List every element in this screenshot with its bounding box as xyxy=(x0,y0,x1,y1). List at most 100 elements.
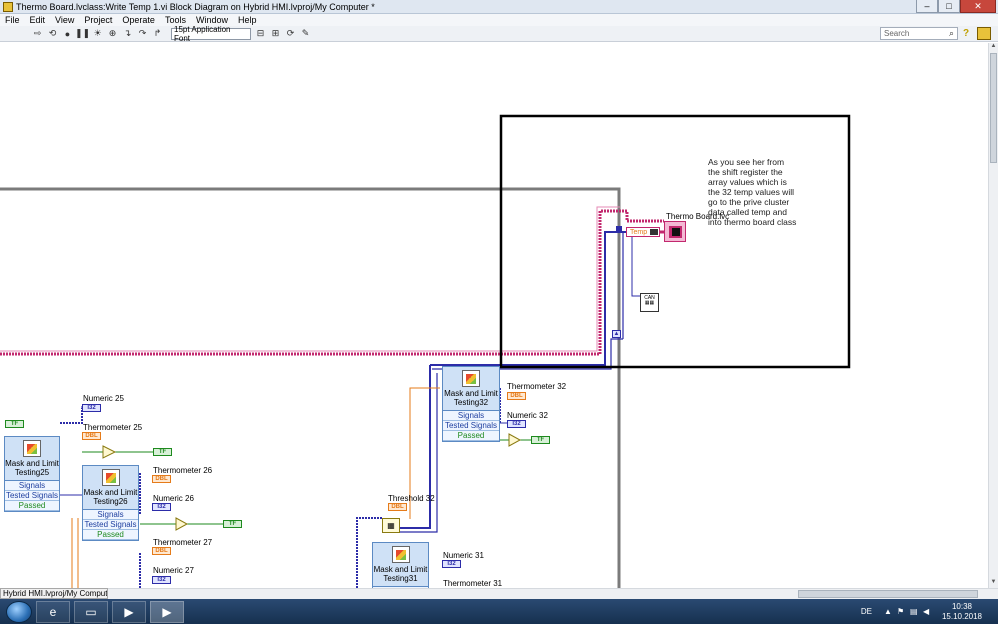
thermometer-25-terminal[interactable]: DBL xyxy=(82,432,101,440)
step-out-icon[interactable]: ↱ xyxy=(152,28,163,39)
can-node-icon[interactable]: CAN ▦▦ xyxy=(640,293,659,312)
step-into-icon[interactable]: ↴ xyxy=(122,28,133,39)
vi-title-25: Mask and Limit Testing25 xyxy=(5,459,59,477)
passed-25-terminal[interactable]: TF xyxy=(153,448,172,456)
maximize-button[interactable]: □ xyxy=(938,0,960,13)
network-icon[interactable]: ▤ xyxy=(910,607,919,616)
mask-limit-vi-25[interactable]: Mask and Limit Testing25 Signals Tested … xyxy=(4,436,60,512)
minimize-button[interactable]: – xyxy=(916,0,938,13)
reorder-icon[interactable]: ⟳ xyxy=(285,28,296,39)
mask-limit-icon xyxy=(23,440,41,457)
close-button[interactable]: ✕ xyxy=(960,0,996,13)
volume-icon[interactable]: ◀ xyxy=(923,607,932,616)
font-dropdown[interactable]: 15pt Application Font xyxy=(171,25,251,43)
media-player-icon[interactable]: ▶ xyxy=(112,600,146,623)
build-array-node[interactable]: ▦ xyxy=(382,518,400,533)
signals-terminal[interactable]: Signals xyxy=(83,510,138,520)
thermometer-27-terminal[interactable]: DBL xyxy=(152,547,171,555)
bundle-grip-icon xyxy=(650,229,659,235)
tested-signals-terminal[interactable]: Tested Signals xyxy=(5,491,59,501)
system-tray: DE ▲ ⚑ ▤ ◀ 10:38 15.10.2018 xyxy=(861,599,992,624)
search-input[interactable]: Search ⌕ xyxy=(880,27,958,40)
numeric-32-label: Numeric 32 xyxy=(507,411,548,420)
tf-terminal[interactable]: TF xyxy=(5,420,24,428)
toolbar: ⇨ ⟲ ● ❚❚ ☀ ⊕ ↴ ↷ ↱ 15pt Application Font… xyxy=(0,25,998,43)
project-context-label: Hybrid HMI.lvproj/My Computer xyxy=(0,588,108,599)
vertical-scroll-thumb[interactable] xyxy=(990,53,997,163)
numeric-25-terminal[interactable]: I32 xyxy=(82,404,101,412)
bundle-by-name-node[interactable]: Temp xyxy=(626,227,660,237)
cluster-wire xyxy=(0,209,664,356)
run-arrow-icon[interactable]: ⇨ xyxy=(32,28,43,39)
numeric-32-terminal[interactable]: I32 xyxy=(507,420,526,428)
tested-signals-terminal[interactable]: Tested Signals xyxy=(443,421,499,431)
passed-26-terminal[interactable]: TF xyxy=(223,520,242,528)
help-icon[interactable]: ? xyxy=(963,28,973,39)
language-indicator[interactable]: DE xyxy=(861,607,872,616)
distribute-objects-icon[interactable]: ⊞ xyxy=(270,28,281,39)
window-controls: – □ ✕ xyxy=(916,0,996,13)
horizontal-scroll-thumb[interactable] xyxy=(798,590,978,598)
title-bar: Thermo Board.lvclass:Write Temp 1.vi Blo… xyxy=(0,0,998,14)
numeric-31-label: Numeric 31 xyxy=(443,551,484,560)
threshold-32-label: Threshold 32 xyxy=(388,494,435,503)
menu-file[interactable]: File xyxy=(0,15,25,25)
tested-signals-terminal[interactable]: Tested Signals xyxy=(83,520,138,530)
mask-limit-vi-32[interactable]: Mask and Limit Testing32 Signals Tested … xyxy=(442,366,500,442)
flag-icon[interactable]: ⚑ xyxy=(897,607,906,616)
pause-icon[interactable]: ❚❚ xyxy=(75,28,90,39)
diagram-wires xyxy=(0,114,851,588)
menu-edit[interactable]: Edit xyxy=(25,15,51,25)
thermometer-27-label: Thermometer 27 xyxy=(153,538,213,547)
abort-icon[interactable]: ● xyxy=(62,28,73,39)
cleanup-diagram-icon[interactable]: ✎ xyxy=(300,28,311,39)
menu-tools[interactable]: Tools xyxy=(160,15,191,25)
mask-limit-vi-31[interactable]: Mask and Limit Testing31 xyxy=(372,542,429,588)
numeric-31-terminal[interactable]: I32 xyxy=(442,560,461,568)
menu-view[interactable]: View xyxy=(50,15,79,25)
vertical-scrollbar[interactable]: ▲ ▼ xyxy=(988,43,998,588)
signals-terminal[interactable]: Signals xyxy=(443,411,499,421)
internet-explorer-icon[interactable]: e xyxy=(36,600,70,623)
passed-terminal[interactable]: Passed xyxy=(83,530,138,540)
mask-limit-vi-26[interactable]: Mask and Limit Testing26 Signals Tested … xyxy=(82,465,139,541)
search-placeholder: Search xyxy=(884,29,910,38)
threshold-32-terminal[interactable]: DBL xyxy=(388,503,407,511)
horizontal-scrollbar[interactable] xyxy=(108,588,998,599)
align-objects-icon[interactable]: ⊟ xyxy=(255,28,266,39)
mask-limit-icon xyxy=(391,546,410,563)
retain-wire-values-icon[interactable]: ⊕ xyxy=(107,28,118,39)
clock[interactable]: 10:38 15.10.2018 xyxy=(942,602,982,622)
run-continuously-icon[interactable]: ⟲ xyxy=(47,28,58,39)
menu-project[interactable]: Project xyxy=(79,15,117,25)
step-over-icon[interactable]: ↷ xyxy=(137,28,148,39)
passed-32-terminal[interactable]: TF xyxy=(531,436,550,444)
numeric-27-terminal[interactable]: I32 xyxy=(152,576,171,584)
highlight-execution-icon[interactable]: ☀ xyxy=(92,28,103,39)
thermometer-26-label: Thermometer 26 xyxy=(153,466,213,475)
menu-operate[interactable]: Operate xyxy=(117,15,160,25)
thermometer-26-terminal[interactable]: DBL xyxy=(152,475,171,483)
thermo-board-class-icon[interactable] xyxy=(664,221,686,242)
window-title: Thermo Board.lvclass:Write Temp 1.vi Blo… xyxy=(16,1,375,12)
array-index-node[interactable]: ▲ xyxy=(612,330,621,338)
file-explorer-icon[interactable]: ▭ xyxy=(74,600,108,623)
thermometer-32-terminal[interactable]: DBL xyxy=(507,392,526,400)
scroll-down-icon[interactable]: ▼ xyxy=(989,579,998,588)
vi-title-31: Mask and Limit Testing31 xyxy=(373,565,428,583)
signals-terminal[interactable]: Signals xyxy=(5,481,59,491)
block-diagram[interactable]: ▲ Thermo Board.lvc Temp CAN ▦▦ As you see… xyxy=(0,43,988,588)
menu-window[interactable]: Window xyxy=(191,15,233,25)
cluster-border-node[interactable] xyxy=(616,226,622,232)
labview-taskbar-icon[interactable]: ▶ xyxy=(150,600,184,623)
start-button[interactable] xyxy=(6,600,32,623)
menu-help[interactable]: Help xyxy=(233,15,262,25)
search-icon[interactable]: ⌕ xyxy=(949,28,954,39)
not-function-26 xyxy=(175,517,189,531)
numeric-26-terminal[interactable]: I32 xyxy=(152,503,171,511)
passed-terminal[interactable]: Passed xyxy=(443,431,499,441)
scroll-up-icon[interactable]: ▲ xyxy=(989,43,998,52)
tray-expand-icon[interactable]: ▲ xyxy=(884,607,893,616)
thermometer-31-label: Thermometer 31 xyxy=(443,579,503,588)
passed-terminal[interactable]: Passed xyxy=(5,501,59,511)
